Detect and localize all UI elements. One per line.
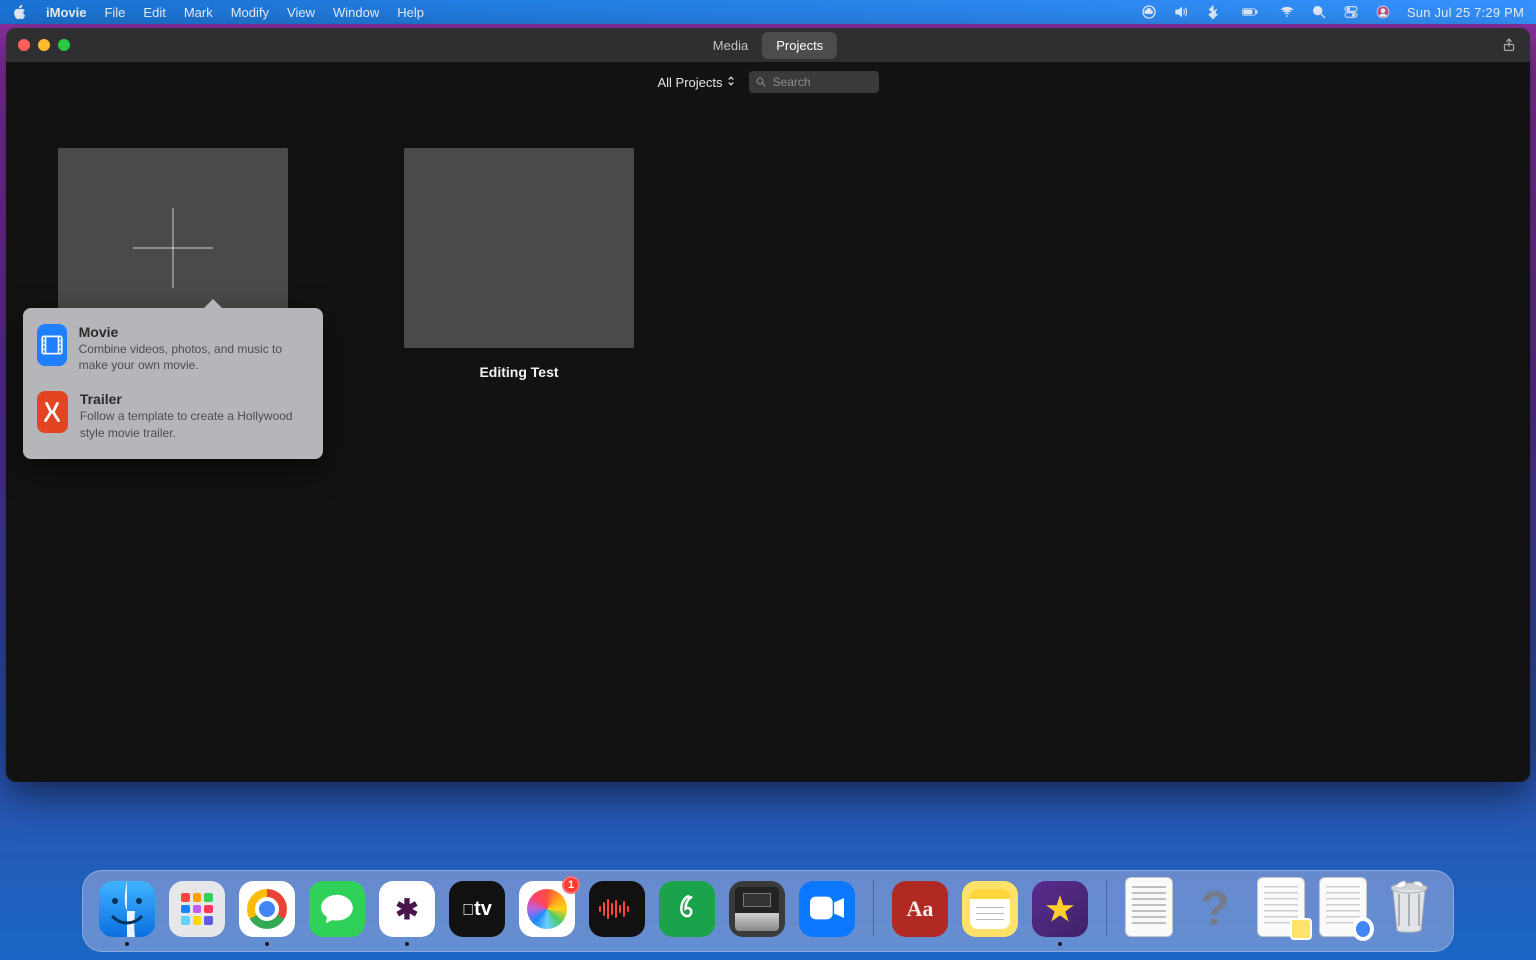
- menu-window[interactable]: Window: [333, 5, 379, 20]
- chrome-icon: [247, 889, 287, 929]
- imovie-window: Media Projects All Projects: [6, 28, 1530, 782]
- dock-separator: [873, 880, 874, 936]
- volume-icon[interactable]: [1173, 4, 1189, 20]
- notes-icon: [970, 889, 1010, 929]
- menu-help[interactable]: Help: [397, 5, 424, 20]
- macos-menubar: iMovie File Edit Mark Modify View Window…: [0, 0, 1536, 24]
- scanner-icon: [735, 887, 779, 931]
- menu-view[interactable]: View: [287, 5, 315, 20]
- creative-cloud-icon[interactable]: [1141, 4, 1157, 20]
- window-zoom-button[interactable]: [58, 39, 70, 51]
- dock-container: ✱ tv 1 Aa: [0, 870, 1536, 952]
- dock-trash[interactable]: [1381, 881, 1437, 937]
- dock-app-finder[interactable]: [99, 881, 155, 937]
- dock-app-voicememos[interactable]: [589, 881, 645, 937]
- dock-app-chrome[interactable]: [239, 881, 295, 937]
- spotlight-icon[interactable]: [1311, 4, 1327, 20]
- search-icon: [755, 76, 767, 88]
- finder-icon: [99, 881, 155, 937]
- menu-file[interactable]: File: [104, 5, 125, 20]
- tab-projects[interactable]: Projects: [762, 32, 837, 59]
- traffic-lights: [6, 39, 70, 51]
- window-tabs: Media Projects: [699, 32, 837, 59]
- trailer-icon: [37, 391, 68, 433]
- dock-doc-help[interactable]: ?: [1187, 881, 1243, 937]
- search-field: [749, 71, 879, 93]
- appletv-icon: tv: [462, 898, 492, 921]
- menu-mark[interactable]: Mark: [184, 5, 213, 20]
- dock-app-photos[interactable]: 1: [519, 881, 575, 937]
- dock-separator-2: [1106, 880, 1107, 936]
- popover-trailer-title: Trailer: [80, 391, 309, 407]
- menu-modify[interactable]: Modify: [231, 5, 269, 20]
- search-input[interactable]: [749, 71, 879, 93]
- projects-grid: Movie Combine videos, photos, and music …: [6, 102, 1530, 782]
- menubar-datetime[interactable]: Sun Jul 25 7:29 PM: [1407, 5, 1524, 20]
- popover-trailer-desc: Follow a template to create a Hollywood …: [80, 408, 309, 440]
- tab-media[interactable]: Media: [699, 32, 762, 59]
- photos-badge: 1: [562, 876, 580, 894]
- projects-filter-dropdown[interactable]: All Projects: [657, 75, 734, 90]
- projects-toolbar: All Projects: [6, 62, 1530, 102]
- popover-movie-desc: Combine videos, photos, and music to mak…: [79, 341, 309, 373]
- launchpad-icon: [181, 893, 213, 925]
- window-titlebar: Media Projects: [6, 28, 1530, 62]
- dock-app-imovie[interactable]: [1032, 881, 1088, 937]
- project-name: Editing Test: [479, 364, 558, 380]
- question-icon: ?: [1200, 882, 1229, 937]
- slack-icon: ✱: [395, 893, 418, 926]
- dock-app-appletv[interactable]: tv: [449, 881, 505, 937]
- dictionary-icon: Aa: [907, 896, 934, 922]
- dock-app-notes[interactable]: [962, 881, 1018, 937]
- messages-icon: [318, 890, 356, 928]
- plus-icon: [133, 208, 213, 288]
- new-project-popover: Movie Combine videos, photos, and music …: [23, 308, 323, 459]
- create-new-project: Movie Combine videos, photos, and music …: [58, 148, 288, 348]
- menubar-app-name[interactable]: iMovie: [46, 5, 86, 20]
- wifi-icon[interactable]: [1279, 4, 1295, 20]
- battery-icon[interactable]: [1237, 4, 1263, 20]
- popover-option-trailer[interactable]: Trailer Follow a template to create a Ho…: [35, 385, 311, 446]
- share-button[interactable]: [1500, 36, 1518, 54]
- window-close-button[interactable]: [18, 39, 30, 51]
- updown-chevron-icon: [727, 75, 735, 90]
- user-menu-icon[interactable]: [1375, 4, 1391, 20]
- dock-app-scanner[interactable]: [729, 881, 785, 937]
- bluetooth-icon[interactable]: [1205, 4, 1221, 20]
- dock-app-slack[interactable]: ✱: [379, 881, 435, 937]
- window-minimize-button[interactable]: [38, 39, 50, 51]
- menu-edit[interactable]: Edit: [143, 5, 165, 20]
- movie-icon: [37, 324, 67, 366]
- apple-logo-icon[interactable]: [12, 4, 28, 20]
- project-item: Editing Test: [404, 148, 634, 380]
- projects-filter-label: All Projects: [657, 75, 722, 90]
- voicememos-icon: [599, 899, 635, 919]
- dock-doc-2[interactable]: [1257, 877, 1305, 937]
- popover-option-movie[interactable]: Movie Combine videos, photos, and music …: [35, 318, 311, 379]
- popover-movie-title: Movie: [79, 324, 309, 340]
- dock-app-dictionary[interactable]: Aa: [892, 881, 948, 937]
- dock: ✱ tv 1 Aa: [82, 870, 1454, 952]
- control-center-icon[interactable]: [1343, 4, 1359, 20]
- dock-doc-1[interactable]: [1125, 877, 1173, 937]
- trash-icon: [1384, 880, 1434, 939]
- project-thumbnail[interactable]: [404, 148, 634, 348]
- dock-app-forscore[interactable]: [659, 881, 715, 937]
- dock-app-zoom[interactable]: [799, 881, 855, 937]
- photos-icon: [527, 889, 567, 929]
- dock-app-messages[interactable]: [309, 881, 365, 937]
- dock-doc-3[interactable]: [1319, 877, 1367, 937]
- forscore-icon: [670, 892, 704, 926]
- dock-app-launchpad[interactable]: [169, 881, 225, 937]
- zoom-icon: [810, 896, 844, 923]
